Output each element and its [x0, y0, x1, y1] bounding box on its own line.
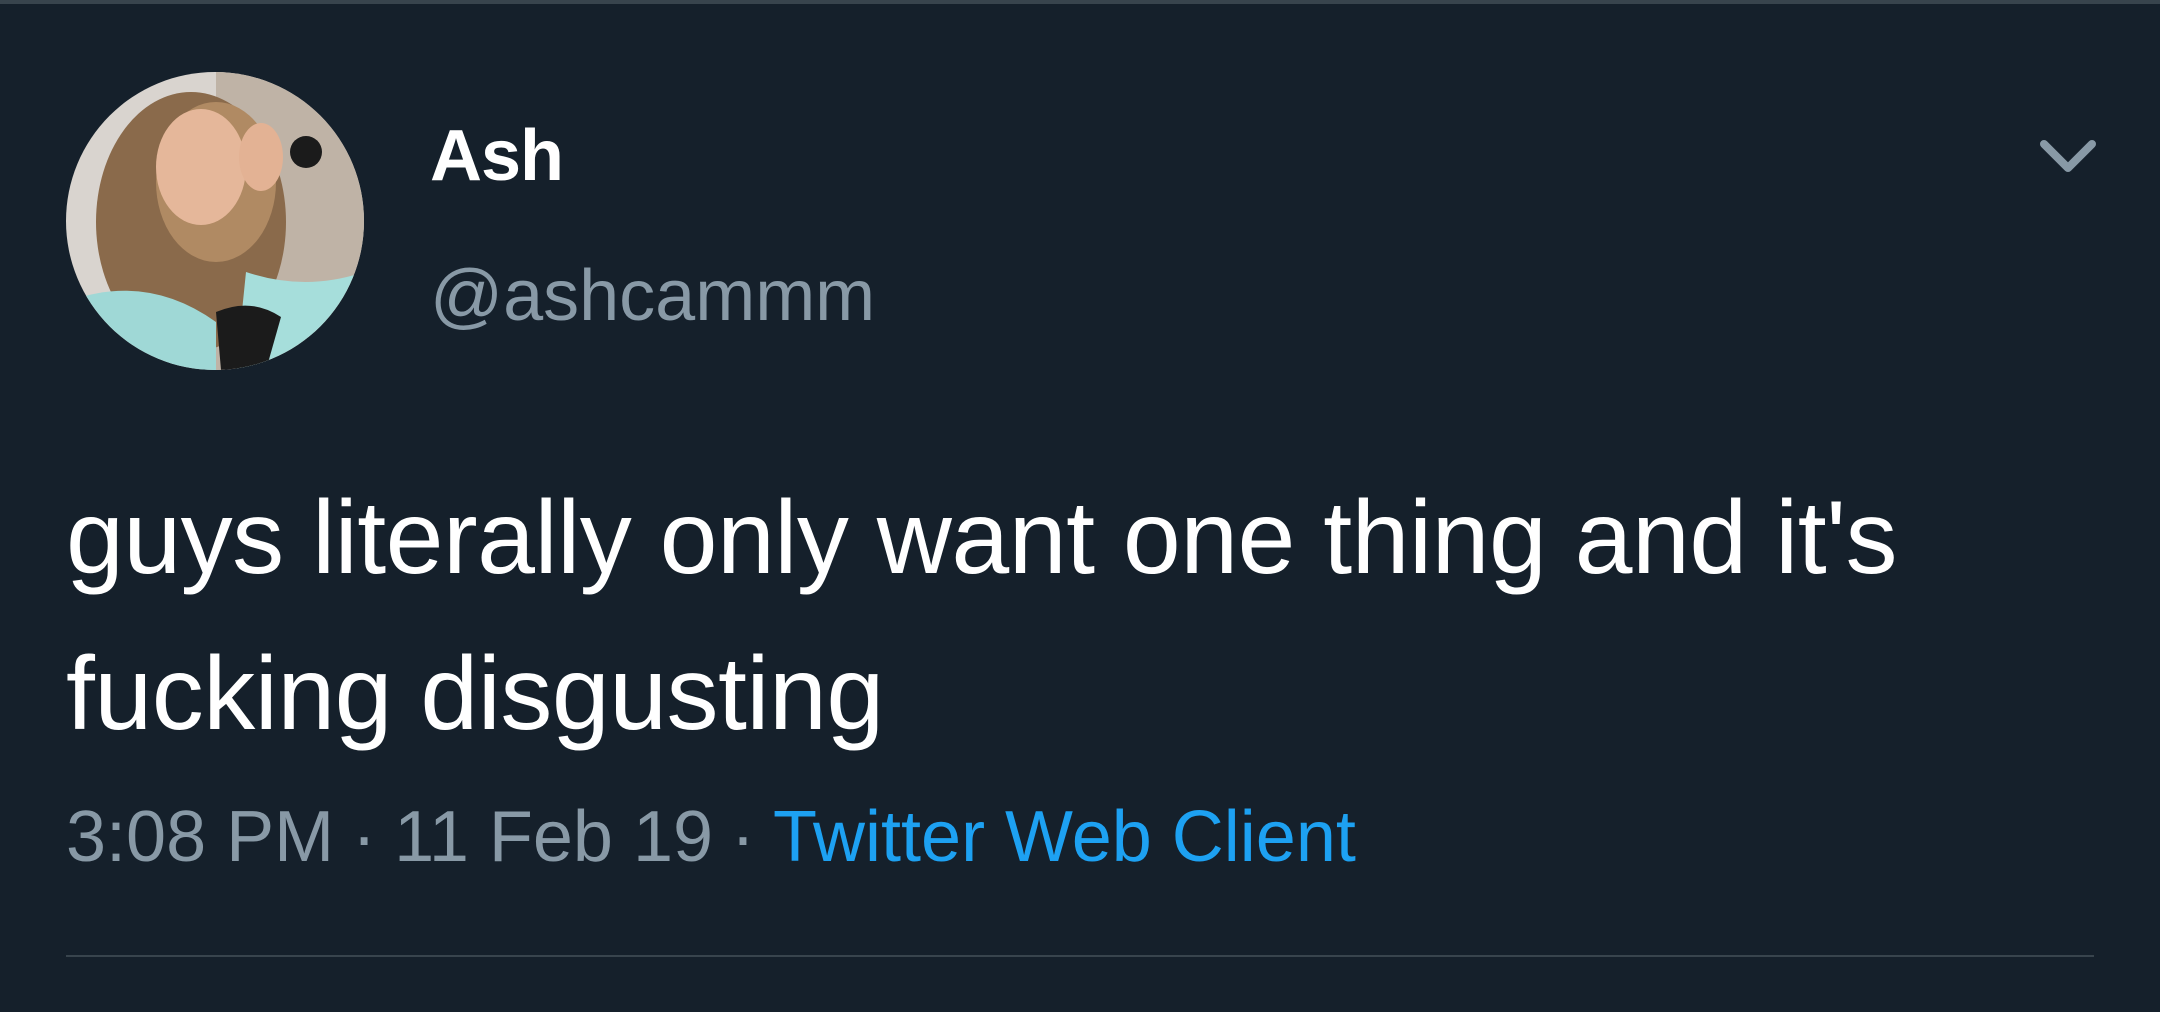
chevron-down-icon[interactable]	[2032, 126, 2104, 186]
author-display-name[interactable]: Ash	[430, 114, 564, 198]
tweet-metadata: 3:08 PM · 11 Feb 19 · Twitter Web Client	[66, 792, 1356, 882]
author-handle[interactable]: @ashcammm	[430, 254, 875, 338]
tweet-client-link[interactable]: Twitter Web Client	[773, 797, 1356, 877]
meta-separator: ·	[731, 797, 756, 877]
tweet-time[interactable]: 3:08 PM	[66, 797, 334, 877]
avatar-photo	[66, 72, 364, 370]
tweet: Ash @ashcammm guys literally only want o…	[0, 0, 2160, 1012]
bottom-divider	[66, 955, 2094, 957]
tweet-text: guys literally only want one thing and i…	[66, 480, 1897, 752]
meta-separator: ·	[352, 797, 377, 877]
author-avatar[interactable]	[66, 72, 364, 370]
tweet-date[interactable]: 11 Feb 19	[394, 797, 713, 877]
